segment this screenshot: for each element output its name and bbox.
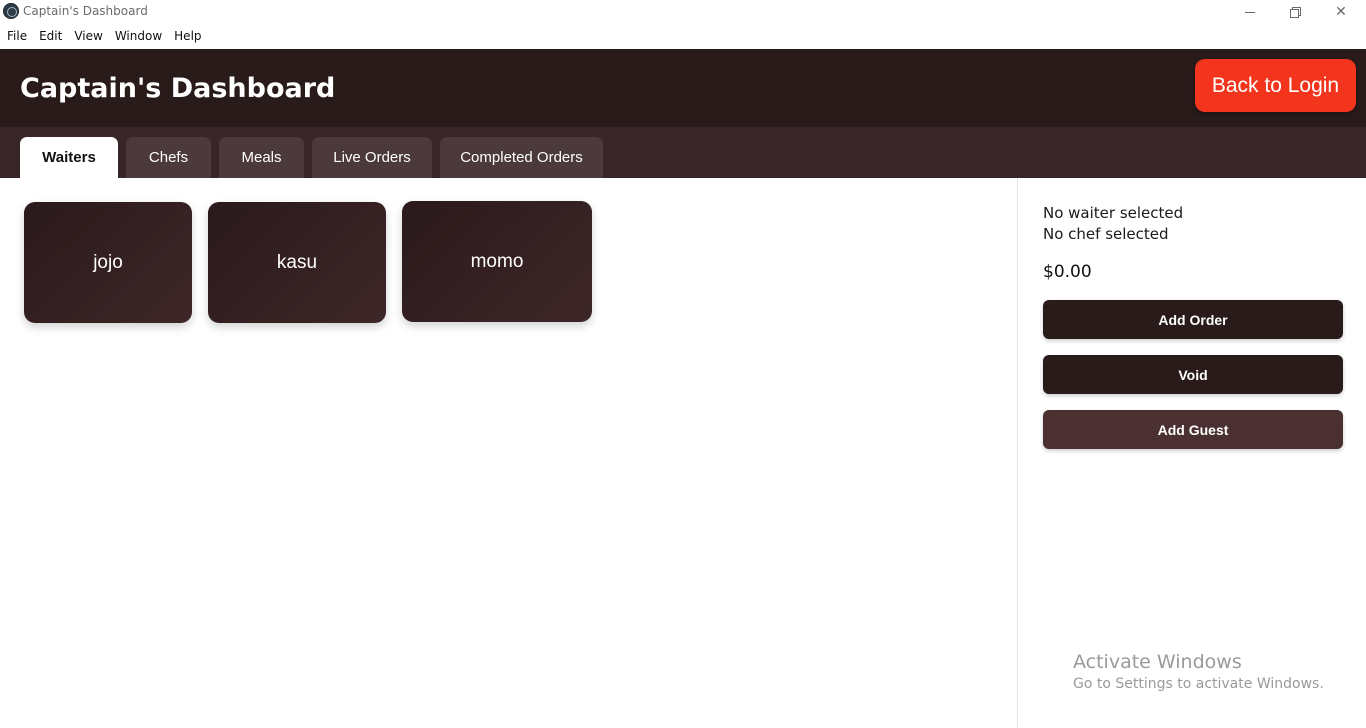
back-to-login-button[interactable]: Back to Login — [1195, 59, 1356, 112]
close-icon[interactable]: ✕ — [1318, 0, 1364, 24]
chef-status: No chef selected — [1043, 225, 1169, 243]
window-titlebar: Captain's Dashboard ✕ — [0, 0, 1366, 24]
waiter-card-kasu[interactable]: kasu — [208, 202, 386, 323]
menu-edit[interactable]: Edit — [33, 24, 68, 48]
tab-completed-orders[interactable]: Completed Orders — [440, 137, 603, 178]
menu-file[interactable]: File — [1, 24, 33, 48]
menu-view[interactable]: View — [68, 24, 108, 48]
activation-watermark-subtitle: Go to Settings to activate Windows. — [1073, 676, 1324, 692]
waiter-card-jojo[interactable]: jojo — [24, 202, 192, 323]
menu-help[interactable]: Help — [168, 24, 207, 48]
add-order-button[interactable]: Add Order — [1043, 300, 1343, 339]
tab-chefs[interactable]: Chefs — [126, 137, 211, 178]
waiter-grid: jojo kasu momo — [0, 178, 1017, 728]
app-header: Captain's Dashboard Back to Login — [0, 49, 1366, 127]
activation-watermark-title: Activate Windows — [1073, 651, 1242, 673]
app-icon — [3, 3, 19, 19]
void-button[interactable]: Void — [1043, 355, 1343, 394]
page-title: Captain's Dashboard — [20, 73, 336, 104]
add-guest-button[interactable]: Add Guest — [1043, 410, 1343, 449]
tab-live-orders[interactable]: Live Orders — [312, 137, 432, 178]
order-total: $0.00 — [1043, 262, 1092, 282]
waiter-card-momo[interactable]: momo — [402, 201, 592, 322]
tab-bar: Waiters Chefs Meals Live Orders Complete… — [0, 127, 1366, 178]
tab-meals[interactable]: Meals — [219, 137, 304, 178]
waiter-status: No waiter selected — [1043, 204, 1184, 222]
window-title: Captain's Dashboard — [23, 4, 148, 18]
menu-bar: File Edit View Window Help — [0, 24, 1366, 48]
tab-waiters[interactable]: Waiters — [20, 137, 118, 178]
restore-icon[interactable] — [1272, 0, 1318, 24]
order-sidebar: No waiter selected No chef selected $0.0… — [1017, 178, 1366, 728]
minimize-icon[interactable] — [1227, 0, 1273, 24]
menu-window[interactable]: Window — [109, 24, 168, 48]
